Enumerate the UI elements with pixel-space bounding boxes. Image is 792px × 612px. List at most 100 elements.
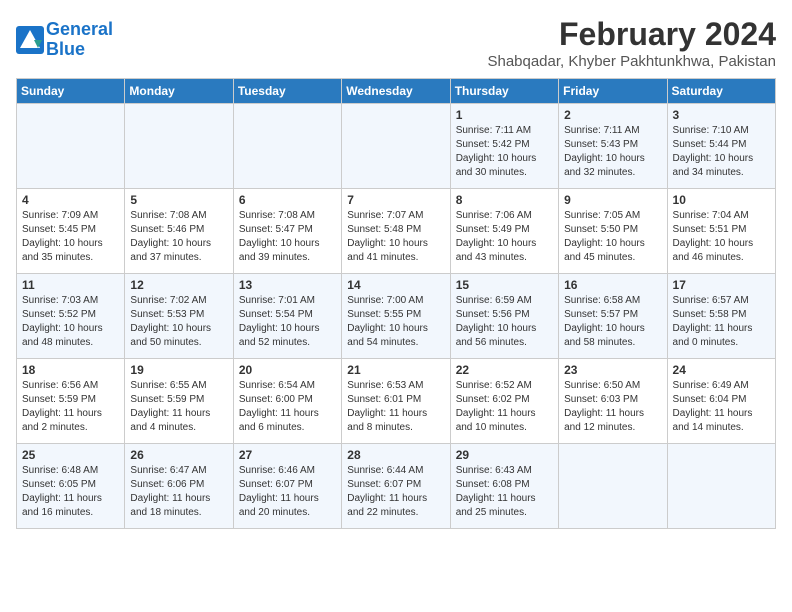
logo-text: General Blue xyxy=(46,20,113,60)
day-info: Sunrise: 6:48 AMSunset: 6:05 PMDaylight:… xyxy=(22,464,119,520)
calendar-cell: 10 Sunrise: 7:04 AMSunset: 5:51 PMDayligh… xyxy=(667,189,775,274)
day-number: 18 xyxy=(22,363,119,377)
calendar-cell: 16 Sunrise: 6:58 AMSunset: 5:57 PMDayligh… xyxy=(559,274,667,359)
day-info: Sunrise: 7:01 AMSunset: 5:54 PMDaylight:… xyxy=(239,294,336,350)
calendar-cell: 28 Sunrise: 6:44 AMSunset: 6:07 PMDayligh… xyxy=(342,444,450,529)
day-info: Sunrise: 7:11 AMSunset: 5:42 PMDaylight:… xyxy=(456,124,553,180)
day-info: Sunrise: 6:43 AMSunset: 6:08 PMDaylight:… xyxy=(456,464,553,520)
day-info: Sunrise: 6:49 AMSunset: 6:04 PMDaylight:… xyxy=(673,379,770,435)
calendar-cell: 6 Sunrise: 7:08 AMSunset: 5:47 PMDaylight… xyxy=(233,189,341,274)
day-info: Sunrise: 6:54 AMSunset: 6:00 PMDaylight:… xyxy=(239,379,336,435)
calendar-cell xyxy=(233,104,341,189)
weekday-header-tuesday: Tuesday xyxy=(233,79,341,104)
calendar-cell: 18 Sunrise: 6:56 AMSunset: 5:59 PMDayligh… xyxy=(17,359,125,444)
day-number: 24 xyxy=(673,363,770,377)
day-number: 25 xyxy=(22,448,119,462)
calendar-cell: 15 Sunrise: 6:59 AMSunset: 5:56 PMDayligh… xyxy=(450,274,558,359)
day-number: 9 xyxy=(564,193,661,207)
calendar-cell: 23 Sunrise: 6:50 AMSunset: 6:03 PMDayligh… xyxy=(559,359,667,444)
calendar-cell: 9Sunrise: 7:05 AMSunset: 5:50 PMDaylight… xyxy=(559,189,667,274)
day-info: Sunrise: 7:06 AMSunset: 5:49 PMDaylight:… xyxy=(456,209,553,265)
day-number: 12 xyxy=(130,278,227,292)
calendar-cell xyxy=(125,104,233,189)
calendar-cell: 17 Sunrise: 6:57 AMSunset: 5:58 PMDayligh… xyxy=(667,274,775,359)
day-number: 29 xyxy=(456,448,553,462)
day-number: 20 xyxy=(239,363,336,377)
day-info: Sunrise: 7:08 AMSunset: 5:47 PMDaylight:… xyxy=(239,209,336,265)
weekday-header-saturday: Saturday xyxy=(667,79,775,104)
calendar-cell: 14Sunrise: 7:00 AMSunset: 5:55 PMDayligh… xyxy=(342,274,450,359)
calendar-cell: 1 Sunrise: 7:11 AMSunset: 5:42 PMDaylight… xyxy=(450,104,558,189)
calendar-cell: 20 Sunrise: 6:54 AMSunset: 6:00 PMDayligh… xyxy=(233,359,341,444)
calendar-week-row: 11 Sunrise: 7:03 AMSunset: 5:52 PMDayligh… xyxy=(17,274,776,359)
calendar-cell: 12 Sunrise: 7:02 AMSunset: 5:53 PMDayligh… xyxy=(125,274,233,359)
day-number: 21 xyxy=(347,363,444,377)
weekday-header-monday: Monday xyxy=(125,79,233,104)
calendar-cell: 22 Sunrise: 6:52 AMSunset: 6:02 PMDayligh… xyxy=(450,359,558,444)
day-info: Sunrise: 6:47 AMSunset: 6:06 PMDaylight:… xyxy=(130,464,227,520)
day-info: Sunrise: 6:52 AMSunset: 6:02 PMDaylight:… xyxy=(456,379,553,435)
title-block: February 2024 Shabqadar, Khyber Pakhtunk… xyxy=(487,16,776,70)
day-info: Sunrise: 6:56 AMSunset: 5:59 PMDaylight:… xyxy=(22,379,119,435)
day-number: 11 xyxy=(22,278,119,292)
calendar-cell: 26Sunrise: 6:47 AMSunset: 6:06 PMDayligh… xyxy=(125,444,233,529)
day-info: Sunrise: 6:58 AMSunset: 5:57 PMDaylight:… xyxy=(564,294,661,350)
weekday-header-friday: Friday xyxy=(559,79,667,104)
day-number: 5 xyxy=(130,193,227,207)
day-number: 28 xyxy=(347,448,444,462)
calendar-cell: 13 Sunrise: 7:01 AMSunset: 5:54 PMDayligh… xyxy=(233,274,341,359)
day-number: 15 xyxy=(456,278,553,292)
day-info: Sunrise: 7:11 AMSunset: 5:43 PMDaylight:… xyxy=(564,124,661,180)
day-info: Sunrise: 7:03 AMSunset: 5:52 PMDaylight:… xyxy=(22,294,119,350)
day-info: Sunrise: 6:59 AMSunset: 5:56 PMDaylight:… xyxy=(456,294,553,350)
day-info: Sunrise: 6:57 AMSunset: 5:58 PMDaylight:… xyxy=(673,294,770,350)
day-number: 13 xyxy=(239,278,336,292)
calendar-cell: 5 Sunrise: 7:08 AMSunset: 5:46 PMDaylight… xyxy=(125,189,233,274)
day-number: 17 xyxy=(673,278,770,292)
day-info: Sunrise: 6:44 AMSunset: 6:07 PMDaylight:… xyxy=(347,464,444,520)
day-number: 6 xyxy=(239,193,336,207)
day-number: 19 xyxy=(130,363,227,377)
weekday-header-thursday: Thursday xyxy=(450,79,558,104)
calendar-week-row: 18 Sunrise: 6:56 AMSunset: 5:59 PMDayligh… xyxy=(17,359,776,444)
day-number: 27 xyxy=(239,448,336,462)
day-info: Sunrise: 6:50 AMSunset: 6:03 PMDaylight:… xyxy=(564,379,661,435)
calendar-week-row: 1 Sunrise: 7:11 AMSunset: 5:42 PMDaylight… xyxy=(17,104,776,189)
day-info: Sunrise: 7:07 AMSunset: 5:48 PMDaylight:… xyxy=(347,209,444,265)
calendar-week-row: 4 Sunrise: 7:09 AMSunset: 5:45 PMDaylight… xyxy=(17,189,776,274)
calendar-cell: 21Sunrise: 6:53 AMSunset: 6:01 PMDayligh… xyxy=(342,359,450,444)
day-number: 22 xyxy=(456,363,553,377)
calendar-cell xyxy=(667,444,775,529)
day-number: 7 xyxy=(347,193,444,207)
weekday-header-wednesday: Wednesday xyxy=(342,79,450,104)
day-number: 8 xyxy=(456,193,553,207)
day-info: Sunrise: 6:46 AMSunset: 6:07 PMDaylight:… xyxy=(239,464,336,520)
calendar-cell: 11 Sunrise: 7:03 AMSunset: 5:52 PMDayligh… xyxy=(17,274,125,359)
day-info: Sunrise: 7:02 AMSunset: 5:53 PMDaylight:… xyxy=(130,294,227,350)
calendar-cell: 24 Sunrise: 6:49 AMSunset: 6:04 PMDayligh… xyxy=(667,359,775,444)
day-info: Sunrise: 7:04 AMSunset: 5:51 PMDaylight:… xyxy=(673,209,770,265)
day-number: 16 xyxy=(564,278,661,292)
logo-icon xyxy=(16,26,44,54)
day-info: Sunrise: 7:09 AMSunset: 5:45 PMDaylight:… xyxy=(22,209,119,265)
day-number: 1 xyxy=(456,108,553,122)
day-info: Sunrise: 7:00 AMSunset: 5:55 PMDaylight:… xyxy=(347,294,444,350)
day-number: 3 xyxy=(673,108,770,122)
day-number: 4 xyxy=(22,193,119,207)
calendar-cell: 7 Sunrise: 7:07 AMSunset: 5:48 PMDaylight… xyxy=(342,189,450,274)
calendar-cell: 4 Sunrise: 7:09 AMSunset: 5:45 PMDaylight… xyxy=(17,189,125,274)
calendar-cell xyxy=(17,104,125,189)
calendar-cell: 2 Sunrise: 7:11 AMSunset: 5:43 PMDaylight… xyxy=(559,104,667,189)
calendar-table: SundayMondayTuesdayWednesdayThursdayFrid… xyxy=(16,78,776,529)
weekday-header-sunday: Sunday xyxy=(17,79,125,104)
day-info: Sunrise: 7:08 AMSunset: 5:46 PMDaylight:… xyxy=(130,209,227,265)
calendar-cell: 27 Sunrise: 6:46 AMSunset: 6:07 PMDayligh… xyxy=(233,444,341,529)
logo: General Blue xyxy=(16,20,113,60)
day-number: 2 xyxy=(564,108,661,122)
day-number: 23 xyxy=(564,363,661,377)
day-number: 10 xyxy=(673,193,770,207)
day-info: Sunrise: 7:10 AMSunset: 5:44 PMDaylight:… xyxy=(673,124,770,180)
weekday-header-row: SundayMondayTuesdayWednesdayThursdayFrid… xyxy=(17,79,776,104)
calendar-week-row: 25 Sunrise: 6:48 AMSunset: 6:05 PMDayligh… xyxy=(17,444,776,529)
page-header: General Blue February 2024 Shabqadar, Kh… xyxy=(16,16,776,70)
